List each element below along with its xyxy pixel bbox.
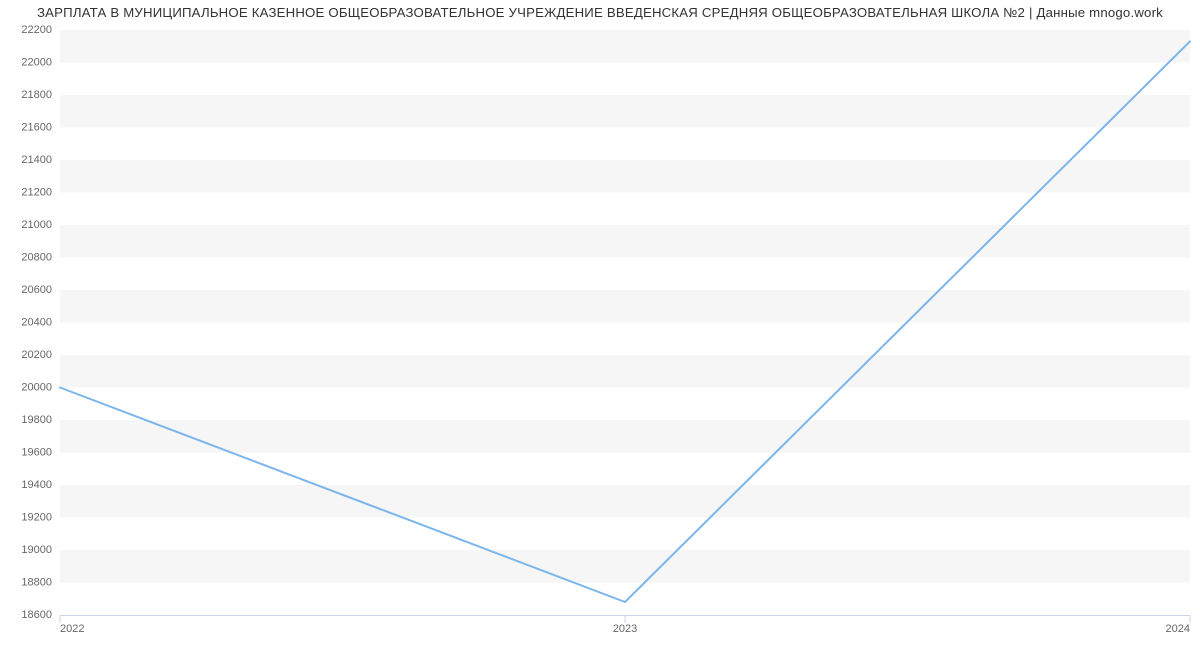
grid-band (60, 30, 1190, 63)
y-tick-label: 22000 (21, 56, 52, 68)
grid-band (60, 485, 1190, 518)
y-tick-label: 20800 (21, 251, 52, 263)
y-tick-label: 20600 (21, 284, 52, 296)
y-tick-label: 19000 (21, 544, 52, 556)
x-tick-label: 2024 (1166, 623, 1190, 635)
grid-band (60, 290, 1190, 323)
y-tick-label: 19600 (21, 446, 52, 458)
grid-band (60, 550, 1190, 583)
y-tick-label: 19800 (21, 414, 52, 426)
y-tick-label: 21000 (21, 219, 52, 231)
y-tick-label: 19400 (21, 479, 52, 491)
x-tick-label: 2023 (613, 623, 637, 635)
y-tick-label: 20400 (21, 316, 52, 328)
grid-band (60, 160, 1190, 193)
y-tick-label: 21200 (21, 186, 52, 198)
grid-band (60, 355, 1190, 388)
chart-container: ЗАРПЛАТА В МУНИЦИПАЛЬНОЕ КАЗЕННОЕ ОБЩЕОБ… (0, 0, 1200, 650)
grid-band (60, 225, 1190, 258)
y-tick-label: 22200 (21, 24, 52, 36)
y-tick-label: 18800 (21, 576, 52, 588)
y-tick-label: 20000 (21, 381, 52, 393)
chart-title: ЗАРПЛАТА В МУНИЦИПАЛЬНОЕ КАЗЕННОЕ ОБЩЕОБ… (0, 5, 1200, 20)
y-tick-label: 21600 (21, 121, 52, 133)
y-tick-label: 19200 (21, 511, 52, 523)
chart-svg: 1860018800190001920019400196001980020000… (60, 30, 1190, 645)
y-tick-label: 20200 (21, 349, 52, 361)
chart-plot-area: 1860018800190001920019400196001980020000… (60, 30, 1190, 615)
y-tick-label: 21800 (21, 89, 52, 101)
grid-band (60, 95, 1190, 128)
x-tick-label: 2022 (60, 623, 84, 635)
y-tick-label: 21400 (21, 154, 52, 166)
y-tick-label: 18600 (21, 609, 52, 621)
grid-band (60, 420, 1190, 453)
